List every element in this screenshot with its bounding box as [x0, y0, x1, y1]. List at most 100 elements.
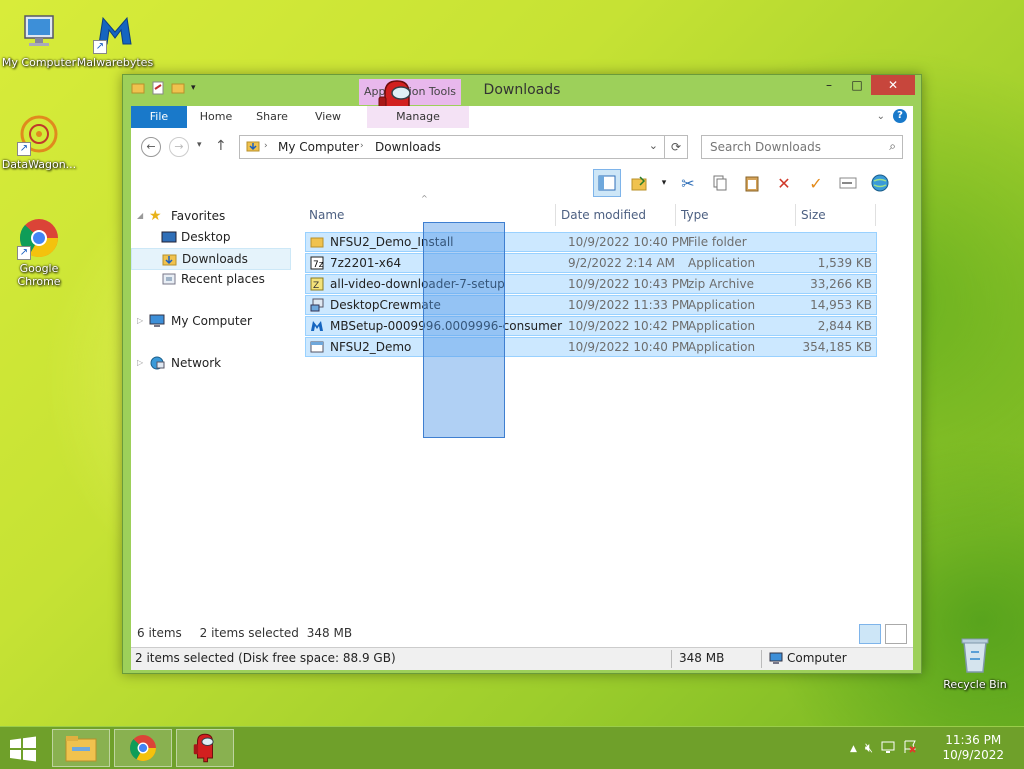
status-size: 348 MB: [679, 651, 725, 665]
tab-file[interactable]: File: [131, 106, 187, 128]
taskbar-google-chrome[interactable]: [114, 729, 172, 767]
file-name: 7z2201-x64: [330, 256, 402, 270]
maximize-button[interactable]: □: [843, 75, 871, 95]
command-toolbar: ▾ ✂ ✕ ✓: [593, 168, 913, 198]
delete-button[interactable]: ✕: [771, 170, 797, 196]
desktop-icon-malwarebytes[interactable]: ↗ Malwarebytes: [76, 10, 154, 69]
desktop-icon-recycle-bin[interactable]: Recycle Bin: [936, 632, 1014, 691]
column-divider[interactable]: [875, 204, 876, 226]
file-type: Application: [688, 340, 756, 354]
forward-button[interactable]: →: [169, 137, 189, 157]
search-icon: ⌕: [889, 139, 896, 153]
taskbar-desktop-crewmate[interactable]: [176, 729, 234, 767]
taskbar-file-explorer[interactable]: [52, 729, 110, 767]
table-row[interactable]: DesktopCrewmate 10/9/2022 11:33 PM Appli…: [305, 295, 877, 315]
breadcrumb-my-computer[interactable]: My Computer: [278, 140, 359, 154]
start-button[interactable]: [8, 736, 38, 762]
star-icon: ★: [149, 208, 162, 224]
properties-button[interactable]: [835, 170, 861, 196]
tab-view[interactable]: View: [305, 106, 351, 128]
file-type: zip Archive: [688, 277, 754, 291]
desktop-icon-my-computer[interactable]: My Computer: [0, 10, 78, 69]
item-count-bar: 6 items 2 items selected 348 MB: [137, 626, 366, 640]
action-center-flag-icon[interactable]: [903, 740, 917, 757]
tab-share[interactable]: Share: [249, 106, 295, 128]
desktop-icon-datawagon[interactable]: ↗ DataWagon...: [0, 112, 78, 171]
tab-home[interactable]: Home: [193, 106, 239, 128]
window-title: Downloads: [483, 82, 561, 98]
ribbon-right-controls: ⌄ ?: [877, 109, 907, 123]
folder-options-button[interactable]: [627, 170, 653, 196]
nav-item-favorites[interactable]: ◢ ★ Favorites: [131, 206, 289, 226]
network-icon[interactable]: [881, 740, 895, 757]
copy-button[interactable]: [707, 170, 733, 196]
title-bar[interactable]: ▾ Application Tools Downloads – □ ✕: [123, 75, 921, 105]
address-bar[interactable]: › My Computer › Downloads ⌄: [239, 135, 665, 159]
breadcrumb-chevron-icon: ›: [264, 141, 268, 151]
folder-icon: [310, 235, 324, 249]
clock-time: 11:36 PM: [945, 733, 1002, 747]
expand-arrow-icon[interactable]: ▷: [137, 353, 143, 373]
table-row[interactable]: MBSetup-0009996.0009996-consumer 10/9/20…: [305, 316, 877, 336]
nav-item-downloads[interactable]: Downloads: [131, 248, 291, 270]
explorer-window: ▾ Application Tools Downloads – □ ✕ File…: [122, 74, 922, 674]
cut-button[interactable]: ✂: [675, 170, 701, 196]
search-input[interactable]: Search Downloads: [710, 140, 821, 154]
column-header-name[interactable]: Name: [309, 204, 344, 226]
column-divider[interactable]: [675, 204, 676, 226]
globe-icon[interactable]: [867, 170, 893, 196]
datawagon-icon: ↗: [17, 112, 61, 156]
column-divider[interactable]: [795, 204, 796, 226]
expand-arrow-icon[interactable]: ▷: [137, 311, 143, 331]
file-size: 2,844 KB: [817, 319, 872, 333]
7zip-icon: 7z: [310, 256, 324, 270]
preview-pane-button[interactable]: [593, 169, 621, 197]
status-divider: [671, 650, 672, 668]
tab-manage[interactable]: Manage: [367, 106, 469, 128]
computer-icon: [769, 652, 783, 669]
close-button[interactable]: ✕: [871, 75, 915, 95]
back-button[interactable]: ←: [141, 137, 161, 157]
breadcrumb-downloads[interactable]: Downloads: [375, 140, 441, 154]
desktop-icon-label: DataWagon...: [1, 158, 77, 171]
nav-item-recent-places[interactable]: Recent places: [131, 269, 289, 289]
chevron-down-icon[interactable]: ▾: [659, 170, 669, 196]
search-box[interactable]: Search Downloads ⌕: [701, 135, 903, 159]
address-dropdown-icon[interactable]: ⌄: [649, 139, 658, 152]
file-type: Application: [688, 319, 756, 333]
network-icon: [149, 356, 165, 370]
minimize-button[interactable]: –: [815, 75, 843, 95]
column-header-size[interactable]: Size: [801, 204, 826, 226]
system-clock[interactable]: 11:36 PM 10/9/2022: [942, 733, 1004, 763]
up-button[interactable]: ↑: [215, 138, 227, 154]
desktop-icon-label: Google Chrome: [17, 262, 61, 288]
table-row[interactable]: NFSU2_Demo_Install 10/9/2022 10:40 PM Fi…: [305, 232, 877, 252]
refresh-button[interactable]: ⟳: [665, 135, 688, 159]
desktop-icon-google-chrome[interactable]: ↗ Google Chrome: [0, 216, 78, 288]
status-divider: [761, 650, 762, 668]
system-tray: ▲ 🔇︎: [850, 740, 917, 757]
paste-button[interactable]: [739, 170, 765, 196]
expand-arrow-icon[interactable]: ◢: [137, 206, 143, 226]
help-button[interactable]: ?: [893, 109, 907, 123]
nav-item-my-computer[interactable]: ▷ My Computer: [131, 311, 289, 331]
table-row[interactable]: Z all-video-downloader-7-setup 10/9/2022…: [305, 274, 877, 294]
rename-button[interactable]: ✓: [803, 170, 829, 196]
details-view-button[interactable]: [859, 624, 881, 644]
recent-locations-chevron-icon[interactable]: ▾: [197, 140, 202, 150]
file-list: ^ Name Date modified Type Size NFSU2_Dem…: [301, 194, 911, 624]
show-hidden-icons-chevron-icon[interactable]: ▲: [850, 744, 857, 754]
expand-ribbon-icon[interactable]: ⌄: [877, 111, 885, 122]
ribbon-tabs: File Home Share View Manage ⌄ ?: [131, 106, 913, 128]
table-row[interactable]: 7z 7z2201-x64 9/2/2022 2:14 AM Applicati…: [305, 253, 877, 273]
table-row[interactable]: NFSU2_Demo 10/9/2022 10:40 PM Applicatio…: [305, 337, 877, 357]
column-divider[interactable]: [555, 204, 556, 226]
volume-muted-icon[interactable]: 🔇︎: [865, 741, 873, 756]
file-size: 1,539 KB: [817, 256, 872, 270]
column-header-type[interactable]: Type: [681, 204, 709, 226]
status-bar: 2 items selected (Disk free space: 88.9 …: [131, 647, 913, 670]
nav-item-desktop[interactable]: Desktop: [131, 227, 289, 247]
nav-item-network[interactable]: ▷ Network: [131, 353, 289, 373]
large-icons-view-button[interactable]: [885, 624, 907, 644]
column-header-date-modified[interactable]: Date modified: [561, 204, 646, 226]
